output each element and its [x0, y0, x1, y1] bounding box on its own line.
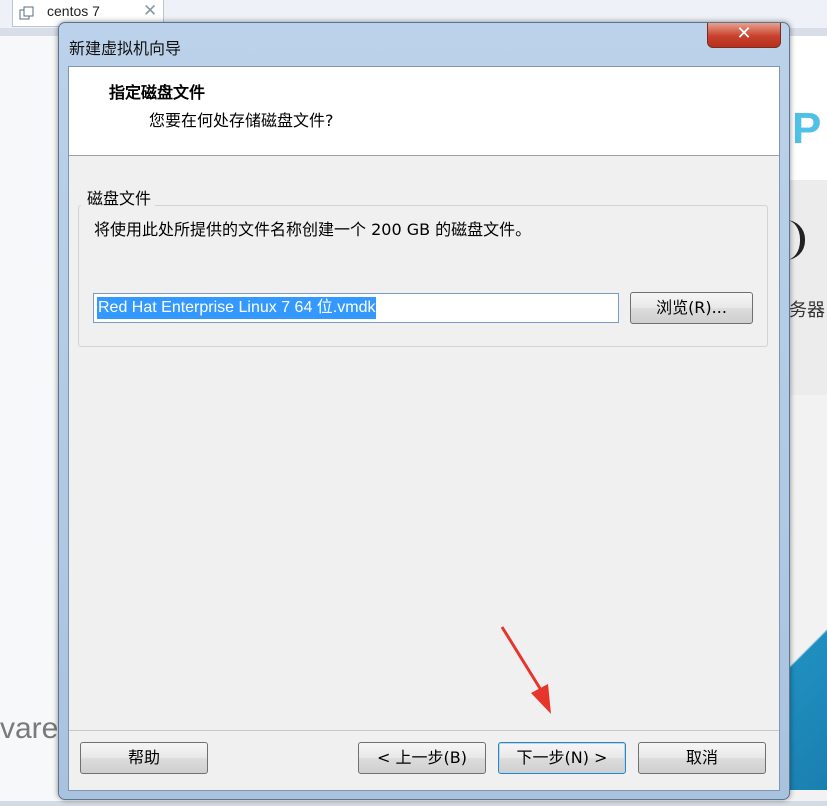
close-button[interactable]: ✕ — [707, 23, 781, 48]
background-logo-letter: P — [792, 104, 822, 153]
cancel-button[interactable]: 取消 — [638, 742, 766, 774]
disk-file-path-input[interactable]: Red Hat Enterprise Linux 7 64 位.vmdk — [93, 293, 619, 323]
dialog-client-area: 指定磁盘文件 您要在何处存储磁盘文件? 磁盘文件 将使用此处所提供的文件名称创建… — [68, 66, 780, 791]
dialog-title: 新建虚拟机向导 — [69, 39, 182, 58]
disk-file-path-value: Red Hat Enterprise Linux 7 64 位.vmdk — [97, 297, 377, 319]
background-right-graphic — [788, 560, 827, 790]
page-title: 指定磁盘文件 — [109, 83, 206, 102]
footer-divider — [69, 730, 779, 731]
page-subtitle: 您要在何处存储磁盘文件? — [149, 111, 334, 130]
close-icon: ✕ — [736, 23, 752, 44]
background-right-card — [788, 180, 827, 395]
background-brand-text: vare — [0, 712, 59, 745]
new-vm-wizard-dialog: 新建虚拟机向导 ✕ 指定磁盘文件 您要在何处存储磁盘文件? 磁盘文件 将使用此处… — [58, 22, 790, 800]
wizard-header: 指定磁盘文件 您要在何处存储磁盘文件? — [69, 67, 779, 156]
vm-icon — [19, 6, 34, 20]
disk-file-description: 将使用此处所提供的文件名称创建一个 200 GB 的磁盘文件。 — [94, 220, 532, 239]
next-button[interactable]: 下一步(N) > — [498, 742, 626, 774]
groupbox-label: 磁盘文件 — [81, 185, 156, 209]
background-bottom-border — [0, 801, 827, 806]
tab-close-icon[interactable]: ✕ — [143, 1, 157, 21]
background-right-text: 务器 — [789, 300, 825, 321]
background-left-panel — [0, 36, 58, 806]
browse-button[interactable]: 浏览(R)... — [630, 292, 753, 324]
background-tab-label: centos 7 — [47, 3, 100, 19]
help-button[interactable]: 帮助 — [80, 742, 208, 774]
back-button[interactable]: < 上一步(B) — [358, 742, 486, 774]
